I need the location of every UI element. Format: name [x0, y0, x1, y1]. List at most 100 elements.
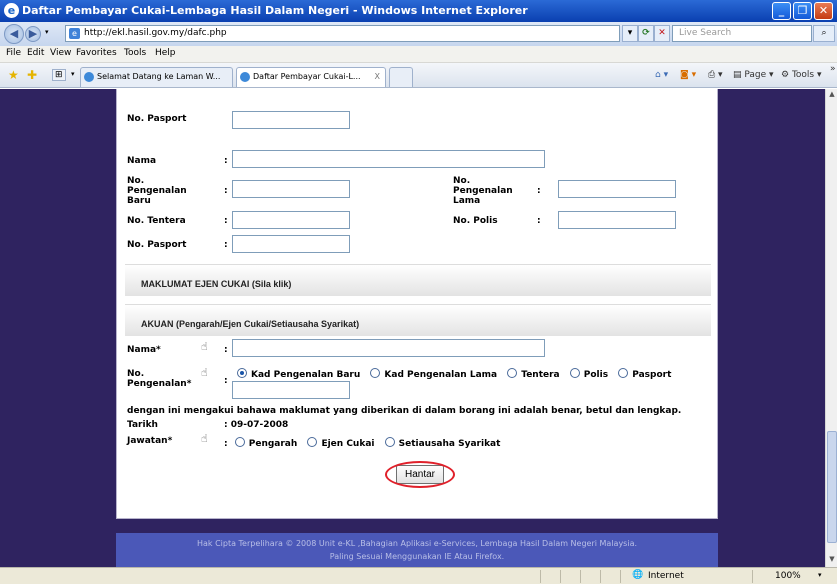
akuan-section: AKUAN (Pengarah/Ejen Cukai/Setiausaha Sy… [125, 304, 711, 336]
tab-daftar-pembayar[interactable]: Daftar Pembayar Cukai-L... X [236, 67, 386, 87]
menu-help[interactable]: Help [155, 48, 176, 58]
radio-label: Ejen Cukai [321, 439, 375, 449]
pasport-input[interactable] [232, 235, 350, 253]
window-title-bar: e Daftar Pembayar Cukai-Lembaga Hasil Da… [0, 0, 837, 22]
radio-button[interactable] [507, 368, 518, 378]
radio-pasport[interactable]: Pasport [618, 368, 671, 380]
polis-input[interactable] [558, 211, 676, 229]
address-toolbar: ◀ ▶ ▾ e http://ekl.hasil.gov.my/dafc.php… [0, 22, 837, 46]
vertical-scrollbar[interactable]: ▲ ▼ [825, 89, 837, 567]
radio-button[interactable] [618, 368, 629, 378]
menu-favorites[interactable]: Favorites [76, 48, 117, 58]
maklumat-ejen-section[interactable]: MAKLUMAT EJEN CUKAI (Sila klik) [125, 264, 711, 296]
menu-file[interactable]: File [6, 48, 21, 58]
chevron-more-icon[interactable]: » [830, 64, 836, 74]
radio-button[interactable] [569, 368, 580, 378]
close-window-button[interactable]: ✕ [814, 2, 833, 20]
tools-menu[interactable]: ⚙ Tools ▾ [781, 70, 822, 80]
add-favorites-icon[interactable]: ✚ [27, 68, 37, 82]
print-icon[interactable]: ⎙ ▾ [708, 70, 723, 80]
radio-pengarah[interactable]: Pengarah [234, 437, 298, 449]
menu-edit[interactable]: Edit [27, 48, 44, 58]
favorites-star-icon[interactable]: ★ [8, 68, 19, 82]
zoom-dropdown-icon[interactable]: ▾ [818, 571, 822, 579]
akuan-heading: AKUAN (Pengarah/Ejen Cukai/Setiausaha Sy… [141, 319, 360, 329]
maklumat-ejen-heading[interactable]: MAKLUMAT EJEN CUKAI (Sila klik) [141, 279, 291, 289]
refresh-icon[interactable]: ⟳ [638, 25, 654, 42]
pasport-label-top: No. Pasport [127, 114, 187, 124]
radio-ejen-cukai[interactable]: Ejen Cukai [307, 437, 375, 449]
close-tab-icon[interactable]: X [375, 68, 380, 86]
pointer-hand-icon: ☝ [201, 432, 208, 445]
jawatan-label: Jawatan* [127, 436, 173, 446]
akuan-nama-input[interactable] [232, 339, 545, 357]
form-panel: No. Pasport Nama : No. Pengenalan Baru :… [116, 89, 718, 519]
status-bar: 🌐 Internet 100% ▾ [0, 567, 837, 584]
page-footer: Hak Cipta Terpelihara © 2008 Unit e-KL ,… [116, 533, 718, 567]
footer-copyright: Hak Cipta Terpelihara © 2008 Unit e-KL ,… [196, 539, 638, 548]
address-dropdown-button[interactable]: ▾ [622, 25, 638, 42]
radio-button[interactable] [370, 368, 381, 378]
nama-input[interactable] [232, 150, 545, 168]
nama-label: Nama [127, 156, 157, 166]
tentera-input[interactable] [232, 211, 350, 229]
akuan-pengenalan-input[interactable] [232, 381, 350, 399]
menu-view[interactable]: View [50, 48, 71, 58]
status-divider [752, 570, 753, 583]
radio-button[interactable] [234, 437, 245, 447]
status-divider [540, 570, 541, 583]
stop-icon[interactable]: ✕ [654, 25, 670, 42]
back-button[interactable]: ◀ [4, 24, 24, 44]
radio-button[interactable] [384, 437, 395, 447]
kp-baru-input[interactable] [232, 180, 350, 198]
maximize-button[interactable]: ❐ [793, 2, 812, 20]
home-icon[interactable]: ⌂ ▾ [655, 70, 668, 80]
radio-kp-lama[interactable]: Kad Pengenalan Lama [370, 368, 497, 380]
colon: : [224, 240, 228, 250]
address-input[interactable]: e http://ekl.hasil.gov.my/dafc.php [65, 25, 620, 42]
tools-menu-label: Tools [791, 70, 815, 80]
zoom-level[interactable]: 100% [775, 571, 801, 581]
radio-tentera[interactable]: Tentera [507, 368, 560, 380]
radio-polis[interactable]: Polis [569, 368, 608, 380]
scroll-up-icon[interactable]: ▲ [827, 90, 837, 100]
page-icon: e [69, 28, 80, 39]
radio-label: Pengarah [248, 439, 298, 449]
window-title: Daftar Pembayar Cukai-Lembaga Hasil Dala… [22, 4, 528, 17]
scrollbar-thumb[interactable] [827, 431, 837, 543]
minimize-button[interactable]: _ [772, 2, 791, 20]
ie-page-icon [84, 72, 94, 82]
page-menu[interactable]: ▤ Page ▾ [733, 70, 774, 80]
pointer-hand-icon: ☝ [201, 366, 208, 379]
feeds-icon[interactable]: ◙ ▾ [680, 70, 696, 80]
menu-tools[interactable]: Tools [124, 48, 146, 58]
radio-button-selected[interactable] [237, 368, 247, 378]
tab-list-dropdown-icon[interactable]: ▾ [71, 70, 75, 78]
address-url: http://ekl.hasil.gov.my/dafc.php [84, 28, 227, 38]
radio-label: Tentera [521, 370, 560, 380]
tab-selamat-datang[interactable]: Selamat Datang ke Laman W... [80, 67, 233, 87]
declaration-text: dengan ini mengakui bahawa maklumat yang… [127, 406, 682, 416]
colon: : [537, 186, 541, 196]
colon: : [224, 156, 228, 166]
history-dropdown-icon[interactable]: ▾ [45, 28, 49, 36]
new-tab-button[interactable] [389, 67, 413, 87]
tab-bar: ★ ✚ ⊞ ▾ Selamat Datang ke Laman W... Daf… [0, 63, 837, 88]
polis-label: No. Polis [453, 216, 498, 226]
radio-button[interactable] [307, 437, 318, 447]
scroll-down-icon[interactable]: ▼ [827, 555, 837, 565]
radio-setiausaha[interactable]: Setiausaha Syarikat [384, 437, 500, 449]
tarikh-label: Tarikh [127, 420, 158, 430]
quick-tabs-icon[interactable]: ⊞ [52, 69, 66, 81]
pasport-input-top[interactable] [232, 111, 350, 129]
colon: : [537, 216, 541, 226]
akuan-nama-label: Nama* [127, 345, 161, 355]
colon: : [224, 376, 228, 386]
radio-kp-baru[interactable]: Kad Pengenalan Baru [237, 368, 361, 380]
search-input[interactable]: Live Search [672, 25, 812, 42]
forward-button[interactable]: ▶ [25, 26, 41, 42]
radio-label: Kad Pengenalan Baru [251, 370, 361, 380]
kp-lama-input[interactable] [558, 180, 676, 198]
search-icon[interactable]: ⌕ [813, 25, 835, 42]
colon: : [224, 345, 228, 355]
